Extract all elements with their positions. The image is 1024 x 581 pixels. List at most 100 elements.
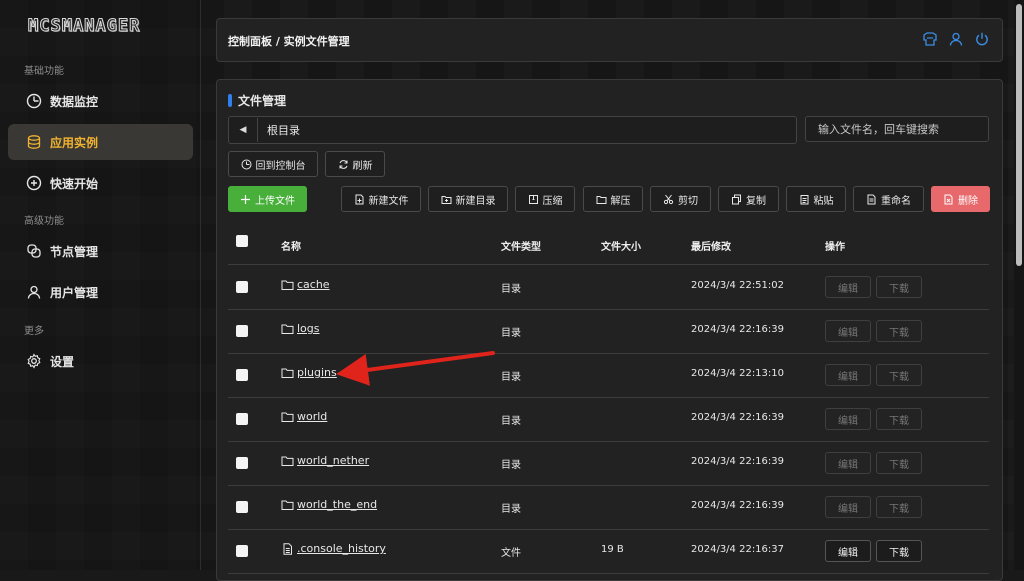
edit-button[interactable]: 编辑 [825,496,871,518]
scrollbar-thumb[interactable] [1016,4,1022,266]
back-button[interactable]: ◀ [229,118,258,142]
caret-left-icon: ◀ [239,125,247,135]
download-button[interactable]: 下载 [876,452,922,474]
file-modified: 2024/3/4 22:16:37 [691,544,785,555]
upload-label: 上传文件 [255,195,295,207]
file-name-link[interactable]: .console_history [281,542,386,555]
download-button[interactable]: 下载 [876,540,922,562]
download-button[interactable]: 下载 [876,320,922,342]
file-name-link[interactable]: world_nether [281,454,369,467]
nodes-icon [26,243,42,259]
paste-label: 粘贴 [813,195,834,207]
file-name-link[interactable]: logs [281,322,320,335]
refresh-icon [338,159,349,170]
delete-button[interactable]: 删除 [931,186,990,212]
delete-file-icon [943,194,954,205]
folder-icon [281,411,294,423]
new-directory-button[interactable]: 新建目录 [428,186,508,212]
upload-button[interactable]: 上传文件 [228,186,307,212]
delete-label: 删除 [958,195,978,207]
row-checkbox[interactable] [236,501,248,513]
column-actions: 操作 [825,242,845,253]
refresh-button[interactable]: 刷新 [325,151,385,177]
compress-label: 压缩 [542,195,563,207]
row-checkbox[interactable] [236,325,248,337]
sidebar-item-label: 用户管理 [50,285,99,300]
edit-button[interactable]: 编辑 [825,540,871,562]
new-file-button[interactable]: 新建文件 [341,186,421,212]
sidebar-item-nodes[interactable]: 节点管理 [8,233,193,269]
cut-button[interactable]: 剪切 [650,186,711,212]
plus-icon [240,194,251,205]
file-modified: 2024/3/4 22:16:39 [691,412,785,423]
edit-button[interactable]: 编辑 [825,320,871,342]
new-file-label: 新建文件 [368,195,409,207]
table-row: world_nether 目录 2024/3/4 22:16:39 编辑 下载 [228,441,989,486]
header-bar: 控制面板 / 实例文件管理 [216,18,1003,62]
column-size: 文件大小 [601,242,641,253]
shirt-icon[interactable] [922,31,938,47]
file-search-input[interactable] [805,116,989,142]
page-scrollbar[interactable] [1014,0,1024,570]
select-all-checkbox[interactable] [236,235,248,247]
sidebar-item-label: 应用实例 [50,135,99,150]
sidebar-item-monitor[interactable]: 数据监控 [8,83,193,119]
sidebar-item-label: 设置 [50,354,75,369]
dashboard-icon [26,93,42,109]
file-name-link[interactable]: plugins [281,366,337,379]
sidebar-item-label: 节点管理 [50,244,99,259]
download-button[interactable]: 下载 [876,408,922,430]
edit-button[interactable]: 编辑 [825,276,871,298]
table-row: logs 目录 2024/3/4 22:16:39 编辑 下载 [228,309,989,354]
new-file-icon [354,194,365,205]
back-to-console-button[interactable]: 回到控制台 [228,151,318,177]
row-checkbox[interactable] [236,413,248,425]
file-type: 文件 [501,548,521,559]
panel-title-text: 文件管理 [238,94,287,108]
sidebar-item-users[interactable]: 用户管理 [8,274,193,310]
section-advanced: 高级功能 [24,216,64,227]
table-row: world 目录 2024/3/4 22:16:39 编辑 下载 [228,397,989,442]
panel-title: 文件管理 [228,92,286,109]
file-text-icon [866,194,877,205]
refresh-label: 刷新 [352,160,373,172]
paste-button[interactable]: 粘贴 [786,186,846,212]
rename-button[interactable]: 重命名 [853,186,924,212]
sidebar-item-label: 数据监控 [50,94,99,109]
sidebar-item-instances[interactable]: 应用实例 [8,124,193,160]
archive-icon [528,194,539,205]
download-button[interactable]: 下载 [876,364,922,386]
folder-icon [281,499,294,511]
user-icon[interactable] [948,31,964,47]
folder-open-icon [596,194,607,205]
sidebar-item-settings[interactable]: 设置 [8,343,193,379]
power-icon[interactable] [974,31,990,47]
rename-label: 重命名 [881,195,911,207]
row-checkbox[interactable] [236,369,248,381]
user-icon [26,284,42,300]
edit-button[interactable]: 编辑 [825,408,871,430]
row-checkbox[interactable] [236,281,248,293]
file-name-text: world [297,410,328,423]
column-type: 文件类型 [501,242,541,253]
download-button[interactable]: 下载 [876,276,922,298]
edit-button[interactable]: 编辑 [825,364,871,386]
clipboard-icon [799,194,810,205]
file-modified: 2024/3/4 22:51:02 [691,280,785,291]
table-row: world_the_end 目录 2024/3/4 22:16:39 编辑 下载 [228,485,989,530]
row-checkbox[interactable] [236,545,248,557]
file-name-link[interactable]: cache [281,278,330,291]
cut-label: 剪切 [678,195,698,207]
extract-button[interactable]: 解压 [583,186,643,212]
file-name-link[interactable]: world_the_end [281,498,377,511]
edit-button[interactable]: 编辑 [825,452,871,474]
scissors-icon [663,194,674,205]
copy-button[interactable]: 复制 [718,186,779,212]
folder-icon [281,323,294,335]
sidebar-item-quickstart[interactable]: 快速开始 [8,165,193,201]
row-checkbox[interactable] [236,457,248,469]
database-icon [26,134,42,150]
download-button[interactable]: 下载 [876,496,922,518]
compress-button[interactable]: 压缩 [515,186,575,212]
file-name-link[interactable]: world [281,410,327,423]
